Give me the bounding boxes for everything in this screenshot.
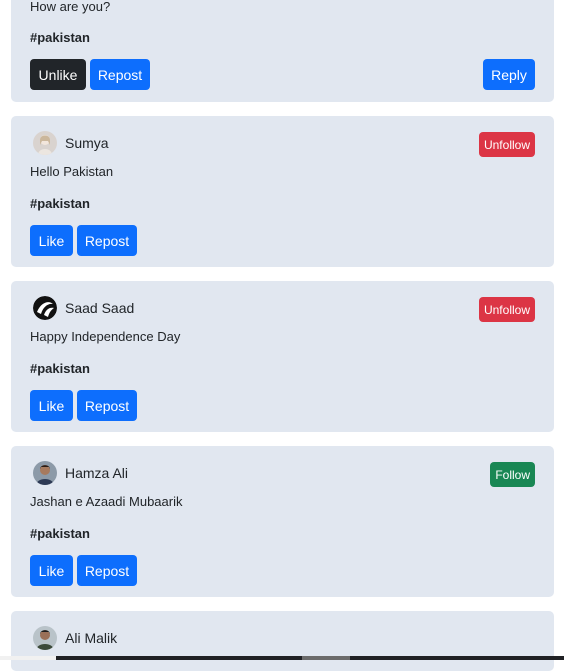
post-card: How are you? #pakistan Unlike Repost Rep…	[11, 0, 554, 102]
unfollow-button[interactable]: Unfollow	[478, 297, 535, 322]
repost-button[interactable]: Repost	[77, 555, 137, 586]
post-card: Sumya Unfollow Hello Pakistan #pakistan …	[11, 116, 554, 267]
post-header: Saad Saad	[33, 295, 134, 321]
like-button[interactable]: Like	[30, 390, 73, 421]
post-username[interactable]: Saad Saad	[65, 300, 134, 316]
post-hashtag: #pakistan	[30, 526, 90, 541]
avatar[interactable]	[33, 131, 57, 155]
post-username[interactable]: Sumya	[65, 135, 109, 151]
post-username[interactable]: Hamza Ali	[65, 465, 128, 481]
avatar-icon	[33, 131, 57, 155]
post-card: Saad Saad Unfollow Happy Independence Da…	[11, 281, 554, 432]
post-content: Hello Pakistan	[30, 164, 114, 179]
post-content: Jashan e Azaadi Mubaarik	[30, 494, 183, 509]
post-hashtag: #pakistan	[30, 30, 90, 45]
post-header: Ali Malik	[33, 625, 117, 651]
post-hashtag: #pakistan	[30, 361, 90, 376]
post-header: Hamza Ali	[33, 460, 128, 486]
post-card: Ali Malik	[11, 611, 554, 671]
follow-button[interactable]: Follow	[490, 462, 535, 487]
post-content: Happy Independence Day	[30, 329, 181, 344]
reply-button[interactable]: Reply	[483, 59, 535, 90]
post-header: Sumya	[33, 130, 109, 156]
avatar[interactable]	[33, 296, 57, 320]
post-card: Hamza Ali Follow Jashan e Azaadi Mubaari…	[11, 446, 554, 597]
avatar[interactable]	[33, 461, 57, 485]
repost-button[interactable]: Repost	[77, 225, 137, 256]
like-button[interactable]: Like	[30, 555, 73, 586]
avatar-icon	[33, 626, 57, 650]
repost-button[interactable]: Repost	[77, 390, 137, 421]
post-content: How are you?	[30, 0, 111, 14]
unlike-button[interactable]: Unlike	[30, 59, 86, 90]
like-button[interactable]: Like	[30, 225, 73, 256]
avatar[interactable]	[33, 626, 57, 650]
post-username[interactable]: Ali Malik	[65, 630, 117, 646]
repost-button[interactable]: Repost	[90, 59, 150, 90]
unfollow-button[interactable]: Unfollow	[478, 132, 535, 157]
avatar-icon	[33, 296, 57, 320]
avatar-icon	[33, 461, 57, 485]
scrollbar-grip	[302, 656, 350, 660]
post-hashtag: #pakistan	[30, 196, 90, 211]
